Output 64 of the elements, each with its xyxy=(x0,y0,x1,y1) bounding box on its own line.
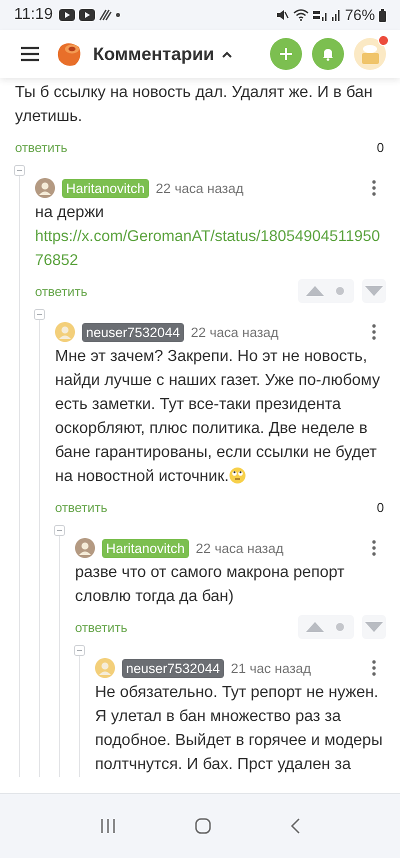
avatar[interactable] xyxy=(55,322,75,342)
downvote-button[interactable] xyxy=(362,615,386,639)
collapse-icon[interactable] xyxy=(34,309,45,320)
video-icon xyxy=(78,9,95,21)
back-icon[interactable] xyxy=(290,818,300,834)
reply-link[interactable]: ответить xyxy=(35,284,88,298)
more-icon[interactable] xyxy=(372,540,376,556)
caret-icon xyxy=(222,50,232,58)
menu-icon[interactable] xyxy=(21,46,39,62)
dot-icon xyxy=(336,623,344,631)
avatar[interactable] xyxy=(75,538,95,558)
avatar[interactable] xyxy=(35,178,55,198)
user-avatar[interactable] xyxy=(354,38,386,70)
recent-apps-icon[interactable] xyxy=(100,818,116,834)
status-time: 11:19 xyxy=(14,6,53,24)
add-button[interactable] xyxy=(270,38,302,70)
reply-link[interactable]: ответить xyxy=(55,500,108,514)
section-dropdown[interactable]: Комментарии xyxy=(83,44,232,64)
comment-time: 21 час назад xyxy=(230,660,312,676)
comment-text: на держи xyxy=(35,203,105,223)
author-name[interactable]: neuser7532044 xyxy=(82,322,184,342)
comment-link[interactable]: https://x.com/GeromanAT/status/1805490451195076852 xyxy=(35,225,386,273)
triangle-down-icon xyxy=(365,286,383,296)
author-name[interactable]: neuser7532044 xyxy=(122,658,224,678)
comment-time: 22 часа назад xyxy=(196,540,284,556)
home-icon[interactable] xyxy=(194,818,211,834)
author-name[interactable]: Haritanovitch xyxy=(102,538,189,558)
signal-icon xyxy=(312,9,327,21)
author-name[interactable]: Haritanovitch xyxy=(62,178,149,198)
triangle-up-icon xyxy=(306,286,324,296)
comment-text: Ты б ссылку на новость дал. Удалят же. И в бан улетишь. xyxy=(15,83,374,127)
comment-score: 0 xyxy=(376,500,384,514)
comment-text: Не обязательно. Тут репорт не нужен. Я улетал в бан множество раз за подобное. Выйдет в горячее и модеры полтчнутся. И бах. Прст удален за xyxy=(95,683,384,775)
avatar[interactable] xyxy=(95,658,115,678)
bell-icon xyxy=(322,47,334,61)
collapse-icon[interactable] xyxy=(14,165,25,176)
triangle-up-icon xyxy=(306,622,324,632)
more-icon[interactable] xyxy=(372,324,376,340)
plus-icon xyxy=(279,47,293,61)
downvote-button[interactable] xyxy=(362,279,386,303)
notifications-button[interactable] xyxy=(312,38,344,70)
emoji-icon xyxy=(228,467,246,484)
comment-score: 0 xyxy=(376,140,384,154)
stripes-icon xyxy=(98,9,112,21)
comment-text: Мне эт зачем? Закрепи. Но эт не новость, найди лучше с наших газет. Уже по-любому есть заметки. Тут все-таки президента оскорбляют, плюс политика. Две неделе в бане гарантированы, если ссылки не будет на новостной источник. xyxy=(55,347,381,487)
dot-icon xyxy=(116,13,120,17)
more-icon[interactable] xyxy=(372,660,376,676)
wifi-icon xyxy=(292,9,309,21)
collapse-icon[interactable] xyxy=(74,645,85,656)
signal-icon xyxy=(330,9,341,21)
battery-level: 76% xyxy=(344,6,375,24)
dot-icon xyxy=(336,287,344,295)
comment-text: разве что от самого макрона репорт словлю тогда да бан) xyxy=(75,563,346,607)
mute-icon xyxy=(276,9,289,21)
comment-time: 22 часа назад xyxy=(190,324,279,340)
collapse-icon[interactable] xyxy=(54,525,65,536)
more-icon[interactable] xyxy=(372,180,376,196)
comment-time: 22 часа назад xyxy=(156,180,244,196)
reply-link[interactable]: ответить xyxy=(15,140,68,154)
video-icon xyxy=(58,9,75,21)
triangle-down-icon xyxy=(365,622,383,632)
reply-link[interactable]: ответить xyxy=(75,620,128,634)
battery-icon xyxy=(379,8,386,22)
logo-icon[interactable] xyxy=(55,40,83,68)
